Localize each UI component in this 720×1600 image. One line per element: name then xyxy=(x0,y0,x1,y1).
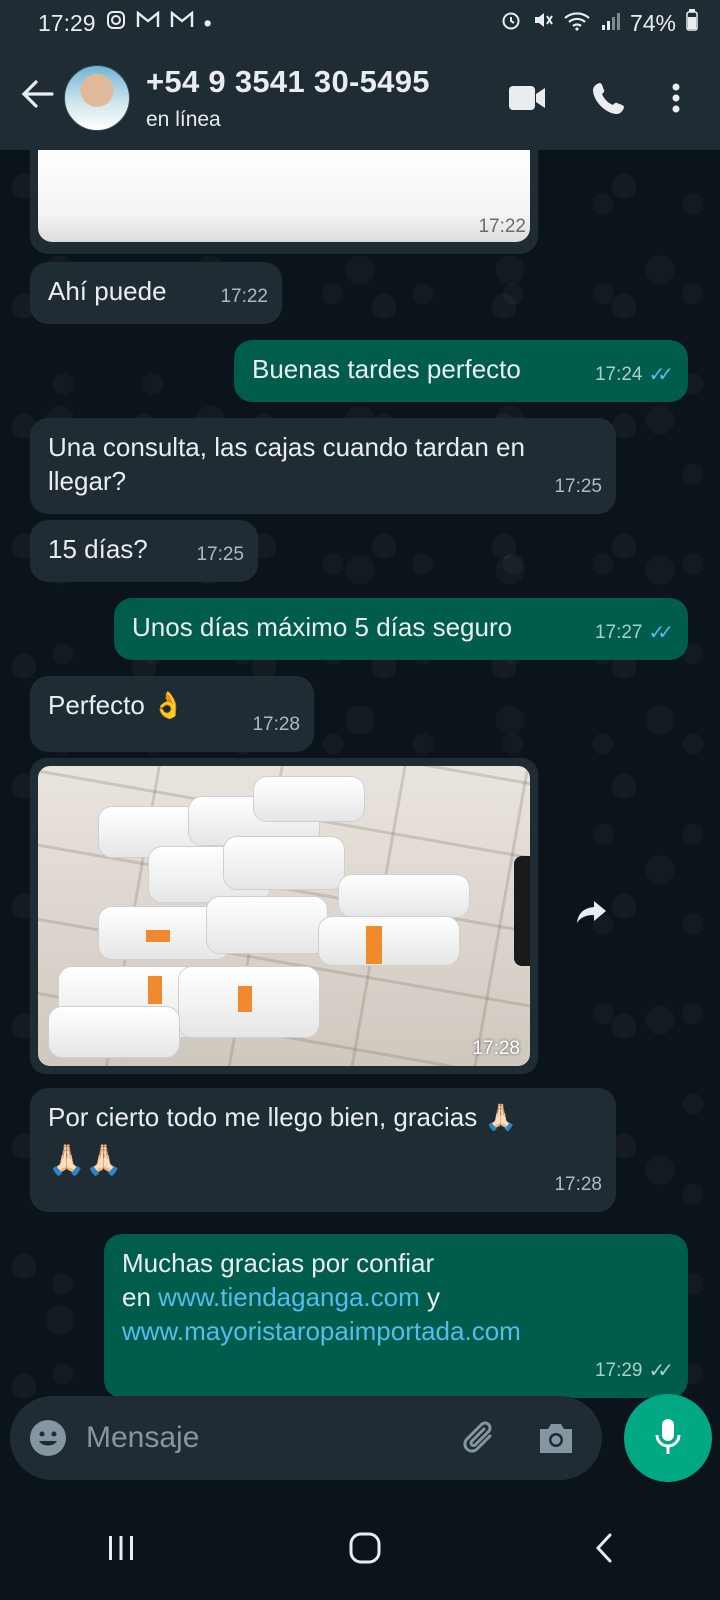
message-time: 17:22 xyxy=(220,286,268,307)
mic-icon xyxy=(654,1417,682,1460)
attach-icon[interactable] xyxy=(460,1418,500,1458)
notification-dot: • xyxy=(203,9,212,36)
message-incoming[interactable]: Perfecto 👌 17:28 xyxy=(30,676,314,752)
mute-icon xyxy=(532,9,554,37)
read-ticks-icon: ✓✓ xyxy=(648,364,673,386)
message-text: 15 días? xyxy=(48,534,148,564)
message-incoming[interactable]: Una consulta, las cajas cuando tardan en… xyxy=(30,418,616,514)
camera-icon[interactable] xyxy=(536,1421,576,1455)
message-text: Unos días máximo 5 días seguro xyxy=(132,612,513,642)
clock: 17:29 xyxy=(38,9,96,36)
message-time: 17:22 xyxy=(478,216,526,237)
wifi-icon xyxy=(564,10,590,37)
mic-button[interactable] xyxy=(624,1394,712,1482)
message-text: Una consulta, las cajas cuando tardan en… xyxy=(48,432,525,496)
phone-icon[interactable] xyxy=(592,81,626,115)
message-outgoing[interactable]: Buenas tardes perfecto 17:24 ✓✓ xyxy=(234,340,688,402)
gmail-icon xyxy=(136,10,160,35)
message-time: 17:29 xyxy=(594,1360,643,1381)
message-incoming[interactable]: Ahí puede 17:22 xyxy=(30,262,282,324)
link-mayoristaropaimportada[interactable]: www.mayoristaropaimportada.com xyxy=(122,1314,662,1348)
delivered-ticks-icon: ✓✓ xyxy=(648,1360,673,1382)
avatar[interactable] xyxy=(64,65,130,131)
message-text: Ahí puede xyxy=(48,276,167,306)
message-emoji-line: 🙏🏻🙏🏻 xyxy=(48,1144,123,1177)
message-outgoing[interactable]: Muchas gracias por confiar en www.tienda… xyxy=(104,1234,688,1398)
message-incoming[interactable]: Por cierto todo me llego bien, gracias 🙏… xyxy=(30,1088,616,1212)
battery-icon xyxy=(686,9,698,37)
back-nav-icon[interactable] xyxy=(594,1532,614,1569)
message-time: 17:25 xyxy=(554,476,602,497)
alarm-icon xyxy=(500,9,522,37)
emoji-icon[interactable] xyxy=(28,1418,68,1458)
instagram-icon xyxy=(106,10,126,36)
message-time: 17:28 xyxy=(554,1174,602,1195)
image-message-partial[interactable]: 17:22 xyxy=(30,150,538,254)
message-text: Perfecto 👌 xyxy=(48,690,185,720)
link-tiendaganga[interactable]: www.tiendaganga.com xyxy=(158,1282,420,1312)
message-text: Buenas tardes perfecto xyxy=(252,354,521,384)
recent-apps-icon[interactable] xyxy=(106,1534,136,1567)
message-outgoing[interactable]: Unos días máximo 5 días seguro 17:27 ✓✓ xyxy=(114,598,688,660)
image-message[interactable]: 17:28 xyxy=(30,758,538,1074)
chat-header: +54 9 3541 30-5495 en línea xyxy=(0,46,720,150)
message-text: en xyxy=(122,1282,151,1312)
message-time: 17:28 xyxy=(252,714,300,735)
message-time: 17:27 xyxy=(594,622,643,643)
message-time: 17:24 xyxy=(594,364,643,385)
message-composer[interactable]: Mensaje xyxy=(10,1396,602,1480)
gmail-icon xyxy=(170,10,194,35)
photo-sneakers[interactable] xyxy=(38,766,530,1066)
contact-name: +54 9 3541 30-5495 xyxy=(146,64,430,99)
home-icon[interactable] xyxy=(348,1531,382,1570)
signal-icon xyxy=(600,10,620,37)
message-text: y xyxy=(427,1282,440,1312)
contact-info[interactable]: +54 9 3541 30-5495 en línea xyxy=(146,64,508,132)
status-bar: 17:29 • 74% xyxy=(0,0,720,46)
forward-icon[interactable] xyxy=(562,882,622,942)
video-call-icon[interactable] xyxy=(508,85,546,111)
message-incoming[interactable]: 15 días? 17:25 xyxy=(30,520,258,582)
read-ticks-icon: ✓✓ xyxy=(648,622,673,644)
battery-level: 74% xyxy=(629,9,676,36)
more-vert-icon[interactable] xyxy=(672,83,680,113)
message-time: 17:25 xyxy=(196,544,244,565)
photo-thumbnail[interactable] xyxy=(38,150,530,242)
contact-status: en línea xyxy=(146,108,221,131)
system-nav-bar xyxy=(0,1500,720,1600)
message-text: Muchas gracias por confiar xyxy=(122,1248,435,1278)
message-input[interactable]: Mensaje xyxy=(86,1421,460,1455)
message-time: 17:28 xyxy=(472,1038,520,1059)
message-text: Por cierto todo me llego bien, gracias 🙏… xyxy=(48,1102,517,1132)
back-arrow-icon[interactable] xyxy=(12,79,62,118)
